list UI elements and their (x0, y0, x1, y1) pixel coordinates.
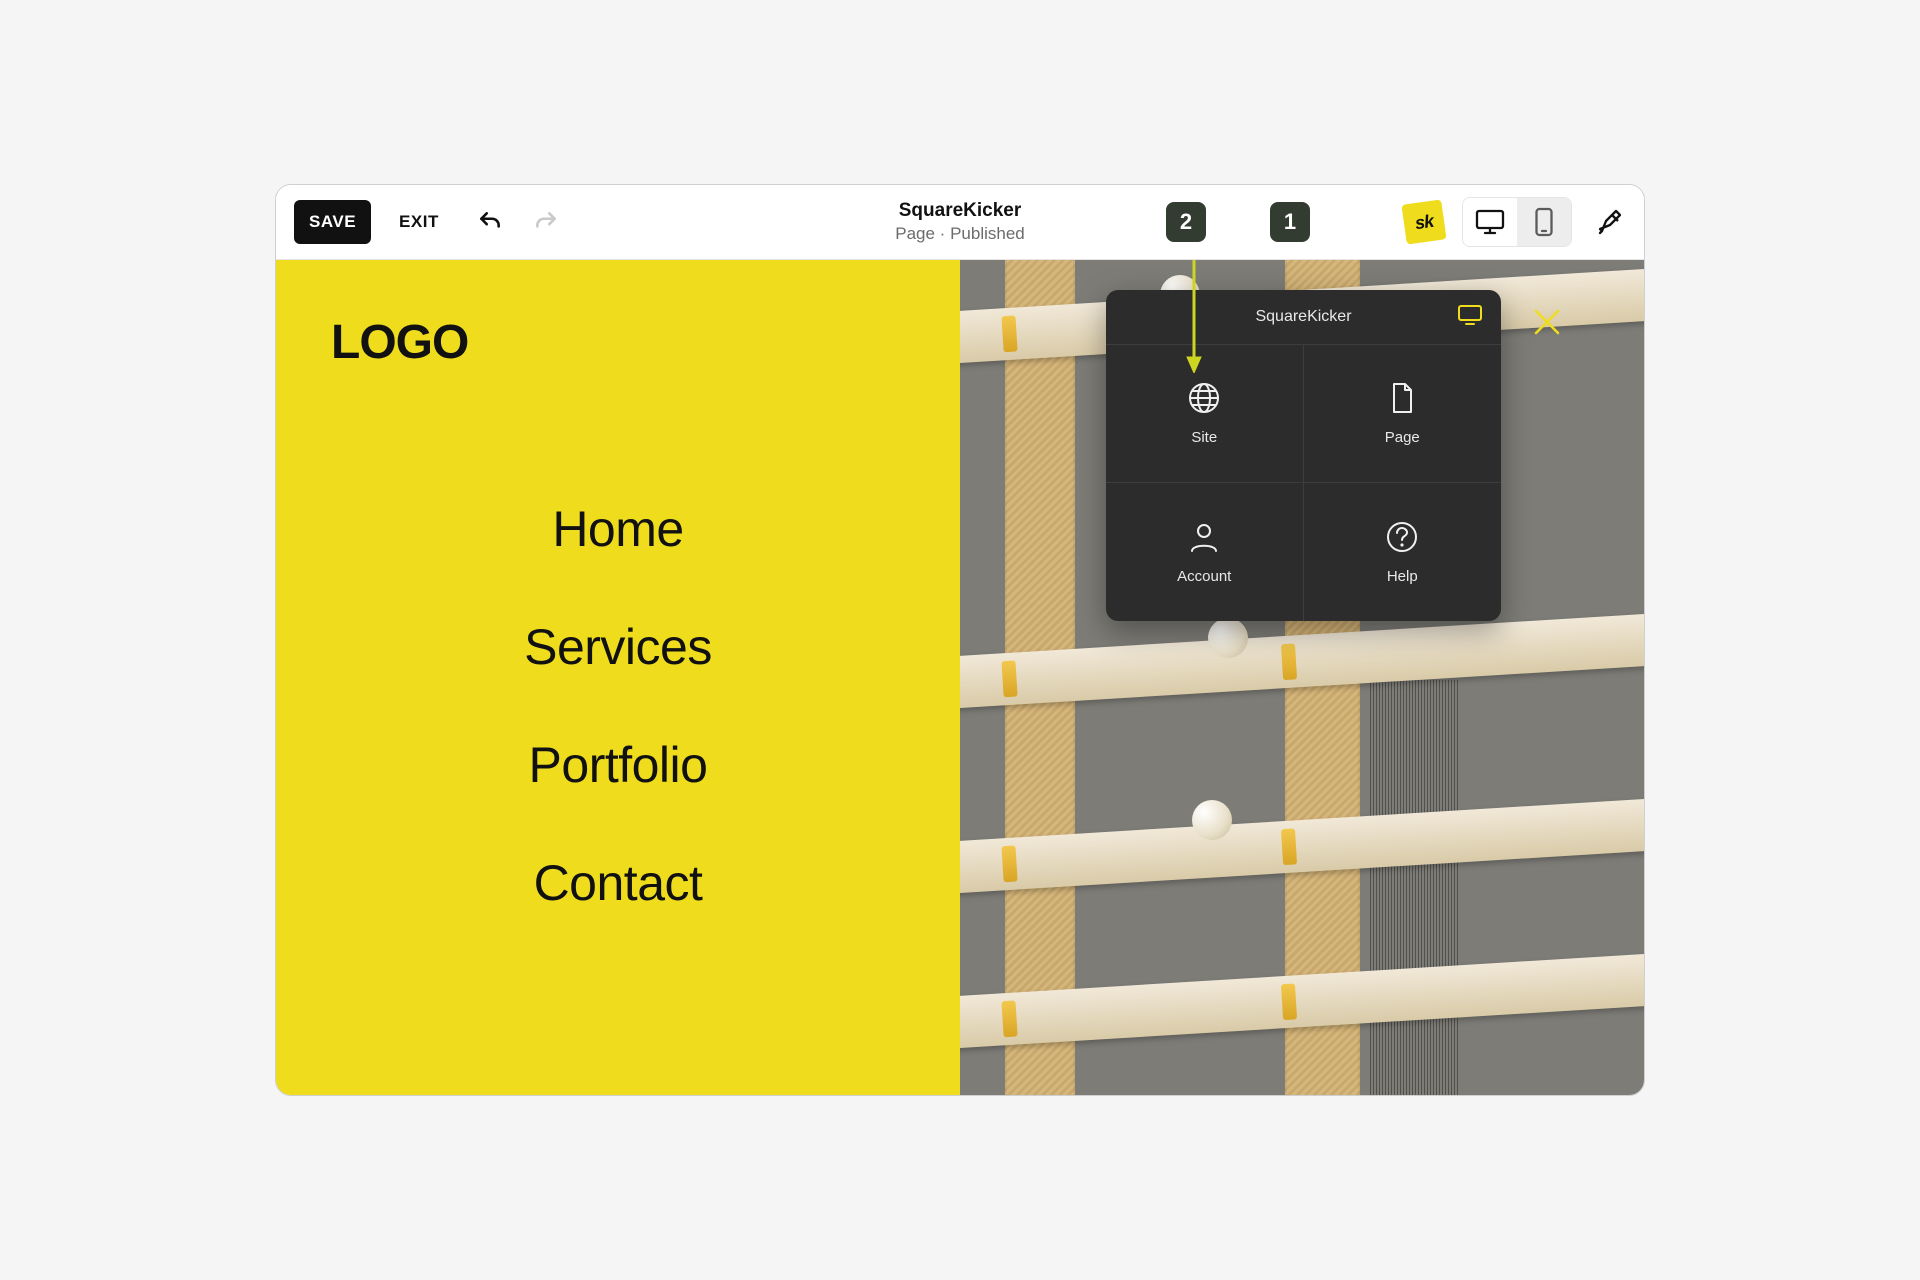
sk-tile-account[interactable]: Account (1106, 483, 1304, 621)
viewport-switch (1462, 197, 1572, 247)
redo-button[interactable] (533, 209, 559, 235)
sk-panel-grid: Site Page Account (1106, 345, 1501, 621)
close-button[interactable] (1530, 305, 1564, 339)
mobile-icon (1534, 207, 1554, 237)
site-menu-panel: LOGO Home Services Portfolio Contact (276, 260, 960, 1095)
guide-arrow-2 (1184, 243, 1204, 373)
desktop-indicator-icon (1457, 304, 1483, 331)
close-icon (1530, 305, 1564, 339)
undo-redo-group (477, 209, 559, 235)
sk-panel-title: SquareKicker (1255, 308, 1351, 326)
user-icon (1187, 520, 1221, 554)
paintbrush-icon (1596, 207, 1626, 237)
decorative-knob (1208, 618, 1248, 658)
desktop-icon (1475, 209, 1505, 235)
toolbar: SAVE EXIT SquareKicker Page · Published … (276, 185, 1644, 260)
desktop-view-button[interactable] (1463, 198, 1517, 246)
toolbar-left: SAVE EXIT (294, 200, 559, 244)
sk-logo-text: sk (1414, 210, 1435, 233)
file-icon (1385, 381, 1419, 415)
decorative-mesh (1370, 680, 1460, 1095)
nav-link-contact[interactable]: Contact (534, 854, 703, 912)
page-title: SquareKicker (895, 200, 1024, 222)
site-nav: Home Services Portfolio Contact (331, 500, 905, 912)
step-badge-1: 1 (1270, 202, 1310, 242)
mobile-view-button[interactable] (1517, 198, 1571, 246)
sk-tile-label: Page (1385, 429, 1420, 446)
app-frame: SAVE EXIT SquareKicker Page · Published … (275, 184, 1645, 1096)
toolbar-right: 2 1 sk (1166, 197, 1626, 247)
squarekicker-logo-button[interactable]: sk (1401, 199, 1446, 244)
page-status: Page · Published (895, 224, 1024, 244)
undo-button[interactable] (477, 209, 503, 235)
sk-tile-label: Account (1177, 568, 1231, 585)
redo-icon (533, 209, 559, 235)
sk-tile-label: Site (1191, 429, 1217, 446)
sk-tile-site[interactable]: Site (1106, 345, 1304, 483)
decorative-knob (1192, 800, 1232, 840)
toolbar-center: SquareKicker Page · Published (895, 200, 1024, 244)
sk-tile-page[interactable]: Page (1304, 345, 1502, 483)
globe-icon (1187, 381, 1221, 415)
site-logo[interactable]: LOGO (331, 315, 905, 370)
step-badge-2: 2 (1166, 202, 1206, 242)
squarekicker-panel: SquareKicker Site Page (1106, 290, 1501, 621)
styles-button[interactable] (1596, 207, 1626, 237)
nav-link-home[interactable]: Home (552, 500, 683, 558)
sk-tile-help[interactable]: Help (1304, 483, 1502, 621)
undo-icon (477, 209, 503, 235)
nav-link-portfolio[interactable]: Portfolio (529, 736, 708, 794)
question-icon (1385, 520, 1419, 554)
sk-panel-header: SquareKicker (1106, 290, 1501, 345)
nav-link-services[interactable]: Services (524, 618, 712, 676)
exit-button[interactable]: EXIT (399, 212, 439, 232)
sk-tile-label: Help (1387, 568, 1418, 585)
save-button[interactable]: SAVE (294, 200, 371, 244)
